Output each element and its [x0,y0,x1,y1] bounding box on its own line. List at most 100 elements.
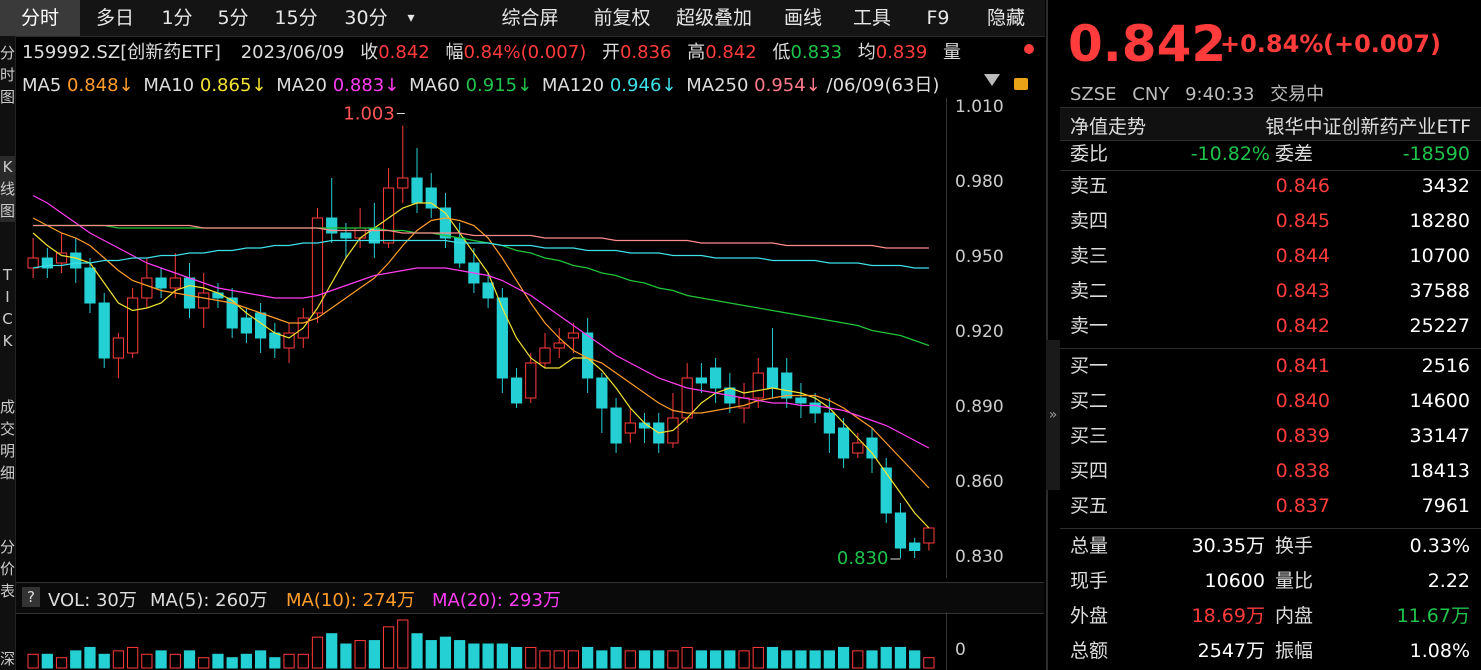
volume-bar [525,646,537,669]
volume-bar [638,650,651,669]
market-status-row: SZSE CNY 9:40:33 交易中 [1070,80,1324,106]
volume-bar [724,650,736,669]
bid-row[interactable]: 买五 0.837 7961 [1070,489,1470,524]
left-tab-price-table[interactable]: 分价表 [0,536,15,602]
stat-row: 外盘 18.69万 内盘 11.67万 [1070,599,1470,634]
help-icon[interactable]: ? [22,587,40,607]
candle-body [553,342,565,349]
tab-15min[interactable]: 15分 [262,0,330,36]
ratio-label: 委比 [1070,143,1109,165]
ask-row[interactable]: 卖一 0.842 25227 [1070,309,1470,344]
stat-label: 振幅 [1275,640,1314,662]
volume-bar [610,646,622,669]
volume-bar [382,626,395,669]
combined-screen-button[interactable]: 综合屏 [488,0,572,36]
hide-button[interactable]: 隐藏 [976,0,1036,36]
collapse-panel-icon[interactable]: » [1046,340,1060,490]
candle-body [141,277,153,299]
ma10-value: 0.865↓ [199,75,267,96]
candle-body [624,422,636,434]
tab-intraday[interactable]: 分时 [0,0,80,36]
level-label: 买三 [1070,425,1109,447]
low-value: 0.833 [790,42,843,63]
tab-1min[interactable]: 1分 [150,0,204,36]
ask-row[interactable]: 卖三 0.844 10700 [1070,239,1470,274]
level-label: 卖一 [1070,315,1109,337]
forward-adjust-button[interactable]: 前复权 [580,0,664,36]
amp-label: 幅 [445,42,464,63]
order-ratio-row: 委比 -10.82% 委差 -18590 [1070,137,1470,172]
left-tab-tick[interactable]: TICK [0,264,15,352]
bid-row[interactable]: 买二 0.840 14600 [1070,384,1470,419]
f9-button[interactable]: F9 [912,0,964,36]
volume-chart[interactable] [16,612,946,670]
volume-bar [738,650,750,669]
candle-body [496,297,508,379]
ask-row[interactable]: 卖五 0.846 3432 [1070,169,1470,204]
level-label: 买四 [1070,460,1109,482]
amp-value: 0.84%(0.007) [463,42,587,63]
left-tab-trade-detail[interactable]: 成交明细 [0,396,15,484]
range-dropdown-icon[interactable] [984,74,1000,86]
candle-body [695,377,708,384]
quote-info-row: 159992.SZ[创新药ETF] 2023/06/09 收0.842 幅0.8… [22,38,961,64]
level-label: 买二 [1070,390,1109,412]
candle-body [397,177,409,189]
close-value: 0.842 [378,42,430,63]
volume-label: 量 [943,42,962,63]
tab-multiday[interactable]: 多日 [82,0,148,36]
candle-body [482,282,494,299]
nav-trend-link[interactable]: 净值走势 [1070,112,1146,139]
level-price: 0.838 [1275,460,1330,482]
candle-body [809,402,821,414]
level-volume: 18413 [1409,460,1470,482]
volume-bar [837,646,850,669]
candle-body [340,232,352,239]
period-dropdown-icon[interactable]: ▾ [400,0,422,36]
left-tab-intraday[interactable]: 分时图 [0,42,15,108]
ask-row[interactable]: 卖二 0.843 37588 [1070,274,1470,309]
stat-value: 1.08% [1409,640,1470,662]
lock-icon[interactable] [1014,78,1028,90]
volume-bar [539,650,551,669]
tab-5min[interactable]: 5分 [206,0,260,36]
stat-label: 换手 [1275,535,1314,557]
price-tick: 0.920 [955,322,1004,342]
candle-body [155,277,167,289]
left-tab-deep[interactable]: 深 [0,648,15,670]
bid-row[interactable]: 买四 0.838 18413 [1070,454,1470,489]
ma10-label: MA10 [143,75,195,96]
super-overlay-button[interactable]: 超级叠加 [666,0,762,36]
level-price: 0.845 [1275,210,1330,232]
volume-bar [909,650,921,669]
candle-body [781,372,793,399]
volume-bar [567,650,580,669]
ma5-label: MA5 [22,75,62,96]
ma250-label: MA250 [686,75,749,96]
currency: CNY [1132,84,1170,105]
draw-line-button[interactable]: 画线 [772,0,834,36]
candle-body [752,372,764,399]
volume-bar [340,643,352,669]
level-label: 卖二 [1070,280,1109,302]
level-volume: 33147 [1409,425,1470,447]
ask-row[interactable]: 卖四 0.845 18280 [1070,204,1470,239]
volume-bar [41,653,53,669]
left-tab-kline[interactable]: K线图 [0,156,15,222]
candle-body [909,542,921,551]
volume-bar [425,640,437,669]
candle-body [169,277,181,289]
bid-row[interactable]: 买一 0.841 2516 [1070,349,1470,384]
volume-bar [283,653,295,669]
volume-info-bar: ? VOL: 30万 MA(5): 260万 MA(10): 274万 MA(2… [16,582,1044,614]
candle-body [70,252,82,269]
bid-row[interactable]: 买三 0.839 33147 [1070,419,1470,454]
candle-body [525,362,537,399]
candle-body [98,302,110,359]
ma120-value: 0.946↓ [609,75,677,96]
quote-time: 9:40:33 [1185,84,1255,105]
tab-30min[interactable]: 30分 [332,0,400,36]
kline-chart[interactable]: 1.003 0.830 [16,98,946,578]
tools-button[interactable]: 工具 [842,0,902,36]
stat-label: 现手 [1070,570,1109,592]
